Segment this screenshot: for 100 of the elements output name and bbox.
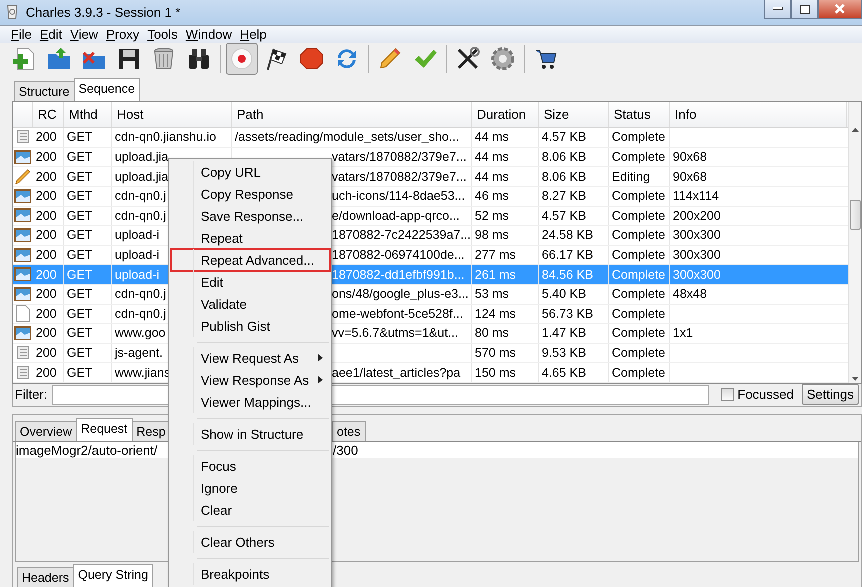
record-icon <box>229 46 255 72</box>
table-cell: GET <box>64 304 112 324</box>
table-cell: 200 <box>33 186 64 206</box>
menu-item[interactable]: Clear Others <box>171 531 329 553</box>
table-cell: 8.27 KB <box>539 186 609 206</box>
table-cell: Complete <box>609 344 670 362</box>
minimize-icon <box>772 7 782 11</box>
menu-item[interactable]: Help <box>237 26 270 42</box>
scrollbar-thumb[interactable] <box>850 200 860 230</box>
scrollbar[interactable] <box>848 102 861 383</box>
image-file-icon <box>14 188 32 204</box>
table-cell: 46 ms <box>472 186 539 206</box>
menu-item[interactable]: File <box>8 26 35 42</box>
scroll-icon <box>15 129 31 146</box>
detail-tab[interactable]: Overview <box>15 421 78 441</box>
column-header[interactable]: Status <box>609 102 670 128</box>
table-cell: /assets/reading/module_sets/user_sho... <box>235 130 460 144</box>
menu-item[interactable]: Ignore <box>171 477 329 499</box>
table-cell: 124 ms <box>472 304 539 324</box>
detail-tab[interactable]: Request <box>76 418 133 441</box>
table-cell: 200 <box>33 265 64 284</box>
scroll-up-icon <box>852 128 858 132</box>
table-cell: 200 <box>33 148 64 166</box>
settings-button[interactable]: Settings <box>802 384 859 406</box>
table-cell: 1x1 <box>673 326 694 340</box>
table-cell: 200 <box>33 284 64 304</box>
menu-item[interactable]: Window <box>182 26 236 42</box>
table-cell: 44 ms <box>472 167 539 186</box>
scroll-icon <box>15 345 31 361</box>
table-cell: 570 ms <box>472 344 539 362</box>
menu-item[interactable]: Clear <box>171 499 329 521</box>
table-cell: GET <box>64 226 112 245</box>
menu-item[interactable]: View <box>67 26 102 42</box>
table-cell: ons/48/google_plus-e3... <box>332 287 469 302</box>
table-cell: 52 ms <box>472 206 539 226</box>
table-cell: Complete <box>609 128 670 147</box>
table-cell: vatars/1870882/379e7... <box>332 150 467 164</box>
image-file-icon <box>14 248 32 263</box>
table-cell: Complete <box>609 246 670 264</box>
table-cell: Complete <box>609 186 670 206</box>
focussed-checkbox[interactable] <box>720 388 734 402</box>
table-cell: 24.58 KB <box>539 226 609 245</box>
column-header[interactable]: Mthd <box>64 102 112 128</box>
menu-item[interactable]: Proxy <box>103 26 143 42</box>
checkbox-label: Focussed <box>738 387 794 402</box>
image-file-icon <box>14 228 32 243</box>
table-cell: GET <box>64 128 112 147</box>
table-cell: 261 ms <box>472 265 539 284</box>
table-cell: 200 <box>33 324 64 343</box>
menu-item[interactable]: Breakpoints <box>171 563 329 585</box>
table-cell: uch-icons/114-8dae53... <box>332 189 466 204</box>
table-cell: 44 ms <box>472 148 539 166</box>
menu-item[interactable]: Tools <box>144 26 181 42</box>
column-header[interactable]: Info <box>670 102 847 128</box>
image-file-icon <box>14 208 32 224</box>
table-cell: e/download-app-qrco... <box>332 208 460 223</box>
table-cell: 200x200 <box>673 208 721 223</box>
table-cell: 4.57 KB <box>539 206 609 226</box>
table-cell: 200 <box>33 128 64 147</box>
image-file-icon <box>14 286 32 302</box>
minimize-button[interactable] <box>764 0 791 19</box>
table-cell: 300x300 <box>673 268 721 282</box>
sub-tab[interactable]: Headers <box>17 567 74 587</box>
table-cell: vatars/1870882/379e7... <box>332 170 467 184</box>
table-row[interactable]: 200 GET cdn-qn0.jianshu.io /assets/reading/module_sets/user_sho... 44 ms 4.57 KB Complete <box>13 128 848 148</box>
column-header[interactable]: Duration <box>472 102 539 128</box>
document-icon <box>16 305 30 322</box>
column-header[interactable]: RC <box>33 102 64 128</box>
table-cell: 8.06 KB <box>539 148 609 166</box>
sub-tab[interactable]: Query String <box>73 564 154 587</box>
menu-item[interactable]: Edit <box>36 26 66 42</box>
maximize-button[interactable] <box>791 0 818 19</box>
table-cell: Complete <box>609 206 670 226</box>
column-header[interactable]: Path <box>232 102 472 128</box>
table-cell: 4.65 KB <box>539 363 609 382</box>
close-button[interactable] <box>818 0 862 19</box>
view-tab[interactable]: Sequence <box>74 78 140 102</box>
table-cell: 56.73 KB <box>539 304 609 324</box>
table-cell: cdn-qn0.jianshu.io <box>112 128 232 147</box>
menu-item[interactable]: Focus <box>171 455 329 477</box>
table-cell: GET <box>64 344 112 362</box>
detail-tab[interactable]: Resp <box>132 421 171 441</box>
menu-item[interactable]: Show in Structure <box>171 423 329 445</box>
table-cell: 80 ms <box>472 324 539 343</box>
table-cell: 150 ms <box>472 363 539 382</box>
table-cell: Complete <box>609 148 670 166</box>
detail-tab[interactable]: otes <box>332 421 366 441</box>
column-header[interactable]: Host <box>112 102 232 128</box>
table-cell: 1870882-06974100de... <box>332 248 465 262</box>
pencil-icon <box>15 168 31 185</box>
image-file-icon <box>14 326 32 341</box>
stop-icon <box>299 46 325 72</box>
column-header[interactable]: Size <box>539 102 609 128</box>
table-cell: 200 <box>33 226 64 245</box>
view-tab[interactable]: Structure <box>14 81 75 102</box>
image-file-icon <box>14 150 32 165</box>
menu-item[interactable]: Viewer Mappings... <box>171 391 329 413</box>
request-path: imageMogr2/auto-orient/ <box>16 442 158 458</box>
table-cell: 4.57 KB <box>539 128 609 147</box>
table-cell: GET <box>64 186 112 206</box>
